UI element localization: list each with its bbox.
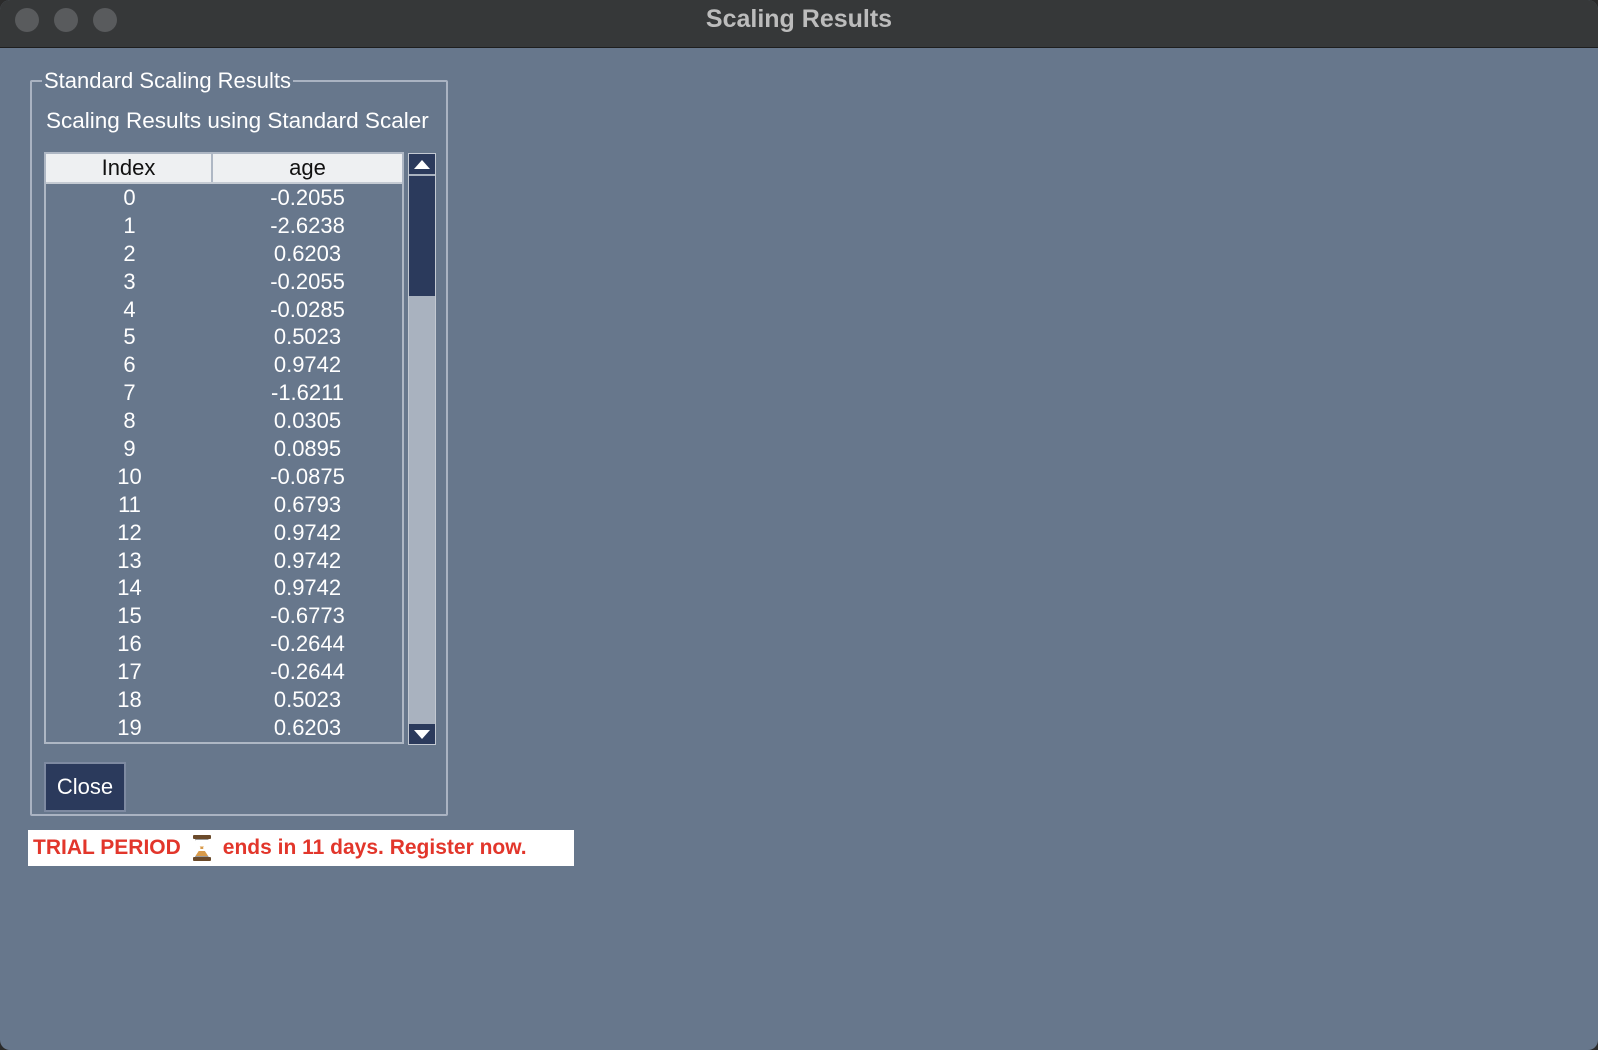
cell-index: 14 [117, 575, 142, 601]
table-row[interactable]: 9 0.0895 [46, 435, 402, 463]
results-table: Index age 0 -0.2055 1 -2.6238 2 0.6203 3 -0.205… [44, 152, 404, 744]
close-button[interactable]: Close [44, 762, 126, 812]
scroll-down-button[interactable] [409, 724, 435, 744]
cell-age: 0.9742 [273, 575, 342, 601]
cell-index: 8 [123, 408, 136, 434]
cell-age: -0.2055 [270, 185, 345, 210]
table-body: 0 -0.2055 1 -2.6238 2 0.6203 3 -0.2055 4 -0.0285 5… [46, 184, 402, 742]
cell-age: -0.0875 [270, 463, 345, 489]
table-row[interactable]: 10 -0.0875 [46, 463, 402, 491]
cell-age: 0.6793 [273, 491, 342, 517]
cell-index: 16 [117, 631, 142, 657]
cell-age: -0.2644 [270, 659, 345, 685]
table-row[interactable]: 6 0.9742 [46, 351, 402, 379]
trial-prefix: TRIAL PERIOD [33, 836, 181, 859]
cell-index: 18 [117, 687, 142, 713]
cell-age: 0.0895 [273, 436, 342, 462]
arrow-up-icon [414, 159, 430, 169]
table-row[interactable]: 1 -2.6238 [46, 212, 402, 240]
cell-index: 4 [123, 296, 136, 322]
table-header: Index age [46, 154, 402, 184]
scaling-results-window: Scaling Results Standard Scaling Results… [0, 0, 1598, 1050]
cell-index: 0 [123, 185, 136, 210]
table-row[interactable]: 13 0.9742 [46, 547, 402, 575]
cell-age: 0.6203 [273, 714, 342, 740]
column-header-age[interactable]: age [213, 154, 402, 182]
standard-scaling-results-group: Standard Scaling Results Scaling Results… [30, 69, 448, 816]
table-row[interactable]: 2 0.6203 [46, 240, 402, 268]
cell-age: -0.2055 [270, 268, 345, 294]
scrollbar-thumb[interactable] [409, 176, 435, 296]
table-row[interactable]: 4 -0.0285 [46, 296, 402, 324]
cell-age: -0.6773 [270, 603, 345, 629]
cell-age: -0.0285 [270, 296, 345, 322]
cell-age: 0.5023 [273, 324, 342, 350]
cell-index: 2 [123, 240, 136, 266]
table-row[interactable]: 8 0.0305 [46, 407, 402, 435]
table-row[interactable]: 19 0.6203 [46, 714, 402, 742]
cell-index: 7 [123, 380, 136, 406]
cell-index: 3 [123, 268, 136, 294]
cell-index: 1 [123, 212, 136, 238]
scroll-up-button[interactable] [409, 154, 435, 174]
cell-age: -1.6211 [271, 380, 344, 406]
cell-index: 13 [117, 547, 142, 573]
cell-age: -2.6238 [270, 212, 345, 238]
trial-banner[interactable]: TRIAL PERIOD ends in 11 days. Register n… [28, 830, 574, 866]
cell-index: 15 [117, 603, 142, 629]
cell-index: 19 [117, 714, 142, 740]
table-row[interactable]: 7 -1.6211 [46, 379, 402, 407]
table-row[interactable]: 15 -0.6773 [46, 602, 402, 630]
table-row[interactable]: 11 0.6793 [46, 491, 402, 519]
table-row[interactable]: 12 0.9742 [46, 519, 402, 547]
cell-age: 0.9742 [273, 519, 342, 545]
table-row[interactable]: 18 0.5023 [46, 686, 402, 714]
cell-age: 0.6203 [273, 240, 342, 266]
arrow-down-icon [414, 729, 430, 739]
cell-age: 0.9742 [273, 352, 342, 378]
cell-age: 0.9742 [273, 547, 342, 573]
cell-index: 12 [117, 519, 142, 545]
cell-index: 9 [123, 436, 136, 462]
cell-index: 17 [117, 659, 142, 685]
cell-age: -0.2644 [270, 631, 345, 657]
cell-index: 10 [117, 463, 142, 489]
cell-index: 5 [123, 324, 136, 350]
table-row[interactable]: 16 -0.2644 [46, 630, 402, 658]
table-row[interactable]: 14 0.9742 [46, 574, 402, 602]
trial-suffix: ends in 11 days. Register now. [222, 836, 527, 859]
table-row[interactable]: 17 -0.2644 [46, 658, 402, 686]
group-legend: Standard Scaling Results [42, 68, 294, 93]
results-subtitle: Scaling Results using Standard Scaler [46, 108, 429, 133]
table-row[interactable]: 0 -0.2055 [46, 184, 402, 212]
table-row[interactable]: 3 -0.2055 [46, 268, 402, 296]
title-bar: Scaling Results [0, 0, 1598, 48]
cell-index: 11 [118, 491, 141, 517]
table-scrollbar[interactable] [408, 153, 436, 745]
window-title: Scaling Results [705, 5, 893, 33]
cell-age: 0.5023 [273, 687, 342, 713]
column-header-index[interactable]: Index [46, 154, 213, 182]
hourglass-icon [191, 835, 213, 861]
cell-index: 6 [123, 352, 136, 378]
cell-age: 0.0305 [273, 408, 342, 434]
table-row[interactable]: 5 0.5023 [46, 323, 402, 351]
